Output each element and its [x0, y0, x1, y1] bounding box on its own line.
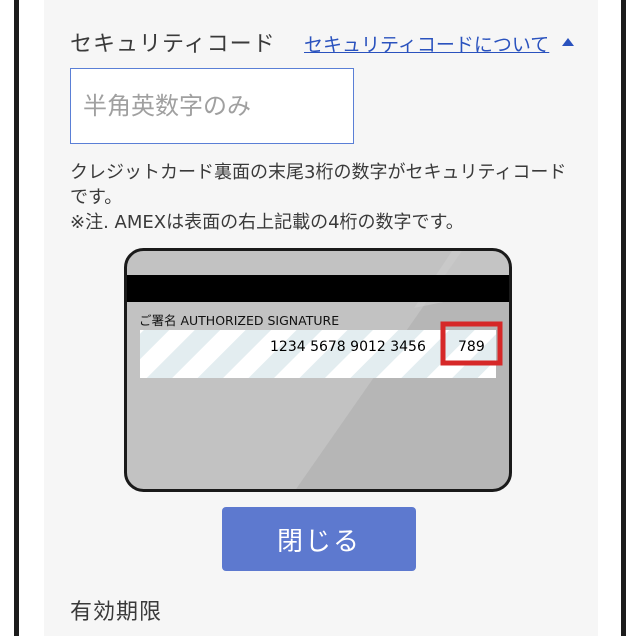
frame-left-border — [14, 0, 19, 636]
caret-up-icon[interactable] — [562, 38, 574, 46]
expiry-date-label: 有効期限 — [70, 600, 163, 625]
security-code-description: クレジットカード裏面の末尾3桁の数字がセキュリティコードです。 ※注. AMEX… — [70, 160, 570, 235]
card-number-text: 1234 5678 9012 3456 — [270, 339, 426, 355]
close-button[interactable]: 閉じる — [222, 507, 416, 571]
description-line-2: ※注. AMEXは表面の右上記載の4桁の数字です。 — [70, 212, 464, 233]
security-code-label: セキュリティコード — [70, 32, 276, 57]
signature-label: ご署名 AUTHORIZED SIGNATURE — [139, 313, 339, 328]
security-code-input[interactable] — [70, 68, 354, 144]
security-digits-text: 789 — [458, 339, 485, 355]
description-line-1: クレジットカード裏面の末尾3桁の数字がセキュリティコードです。 — [70, 162, 567, 208]
security-code-help-link[interactable]: セキュリティコードについて — [304, 30, 549, 57]
card-back-illustration: ご署名 AUTHORIZED SIGNATURE 1234 5678 9012 … — [124, 248, 512, 492]
magnetic-stripe — [125, 275, 511, 302]
card-back-svg: ご署名 AUTHORIZED SIGNATURE 1234 5678 9012 … — [124, 248, 512, 492]
frame-right-border — [621, 0, 626, 636]
